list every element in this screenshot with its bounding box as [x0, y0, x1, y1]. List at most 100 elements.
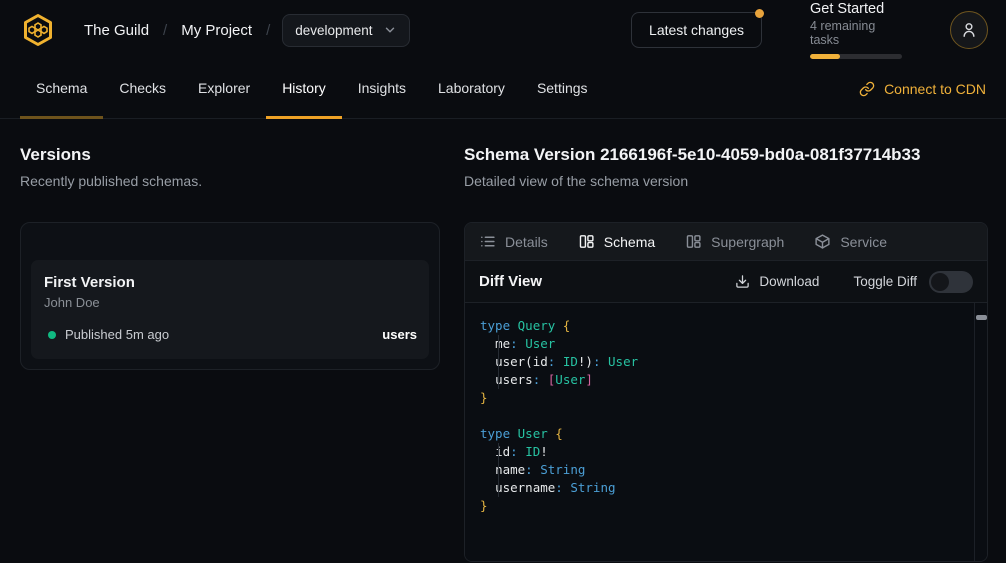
nav-tab-settings[interactable]: Settings: [521, 60, 604, 119]
breadcrumb-org[interactable]: The Guild: [84, 22, 149, 39]
code-token: [480, 462, 495, 477]
nav-tab-checks[interactable]: Checks: [103, 60, 182, 119]
version-list-item[interactable]: First Version John Doe Published 5m ago …: [31, 260, 429, 359]
target-selector[interactable]: development: [282, 14, 409, 47]
app-header: The Guild / My Project / development Lat…: [0, 0, 1006, 60]
person-icon: [959, 20, 979, 40]
version-meta-row: Published 5m ago users: [44, 327, 417, 342]
get-started-widget[interactable]: Get Started 4 remaining tasks: [810, 1, 902, 59]
version-name: First Version: [44, 274, 417, 291]
code-token: :: [525, 462, 533, 477]
version-status: Published 5m ago: [65, 327, 169, 342]
schema-view-card: Details Schema Sup: [464, 222, 988, 562]
nav-tab-insights[interactable]: Insights: [342, 60, 422, 119]
header-right-group: Latest changes Get Started 4 remaining t…: [631, 1, 988, 59]
page-content: Versions Recently published schemas. Fir…: [0, 119, 1006, 562]
nav-tab-label: History: [282, 80, 326, 96]
target-selector-value: development: [295, 23, 372, 38]
nav-tab-label: Checks: [119, 80, 166, 96]
toggle-diff-control: Toggle Diff: [853, 271, 973, 293]
code-token: id: [533, 354, 548, 369]
code-token: name: [495, 462, 525, 477]
version-service-badge: users: [382, 327, 417, 342]
code-token: {: [563, 318, 571, 333]
tab-label: Supergraph: [711, 234, 784, 250]
toggle-diff-switch[interactable]: [929, 271, 973, 293]
code-token: ]: [585, 372, 593, 387]
columns-icon: [685, 233, 702, 250]
nav-tab-explorer[interactable]: Explorer: [182, 60, 266, 119]
code-token: ID: [563, 354, 578, 369]
code-token: }: [480, 498, 488, 513]
columns-icon: [578, 233, 595, 250]
versions-list-card: First Version John Doe Published 5m ago …: [20, 222, 440, 370]
get-started-title: Get Started: [810, 1, 902, 17]
code-line: username: String: [480, 479, 961, 497]
breadcrumb-project[interactable]: My Project: [181, 22, 252, 39]
code-line: id: ID!: [480, 443, 961, 461]
code-token: [540, 372, 548, 387]
code-token: String: [540, 462, 585, 477]
connect-to-cdn-link[interactable]: Connect to CDN: [859, 60, 986, 118]
tab-label: Schema: [604, 234, 655, 250]
latest-changes-label: Latest changes: [649, 22, 744, 38]
latest-changes-button[interactable]: Latest changes: [631, 12, 762, 48]
nav-tab-label: Schema: [36, 80, 87, 96]
diff-view-toolbar: Diff View Download Toggle Diff: [465, 261, 987, 303]
code-token: type: [480, 426, 518, 441]
tab-schema[interactable]: Schema: [578, 233, 655, 250]
download-button[interactable]: Download: [735, 274, 819, 289]
tab-supergraph[interactable]: Supergraph: [685, 233, 784, 250]
version-detail-subtitle: Detailed view of the schema version: [464, 173, 988, 189]
code-token: User: [525, 336, 555, 351]
code-token: String: [570, 480, 615, 495]
code-token: [555, 354, 563, 369]
list-icon: [479, 233, 496, 250]
nav-tab-label: Insights: [358, 80, 406, 96]
tab-service[interactable]: Service: [814, 233, 887, 250]
code-line: users: [User]: [480, 371, 961, 389]
detail-tab-bar: Details Schema Sup: [465, 223, 987, 261]
code-token: }: [480, 390, 488, 405]
code-line: user(id: ID!): User: [480, 353, 961, 371]
get-started-subtitle: 4 remaining tasks: [810, 19, 902, 47]
diff-actions: Download Toggle Diff: [735, 271, 973, 293]
code-token: [480, 480, 495, 495]
link-icon: [859, 81, 875, 97]
versions-title: Versions: [20, 145, 440, 165]
download-label: Download: [759, 274, 819, 289]
code-token: :: [510, 336, 518, 351]
code-line: type Query {: [480, 317, 961, 335]
code-token: me: [495, 336, 510, 351]
tab-details[interactable]: Details: [479, 233, 548, 250]
code-token: User: [555, 372, 585, 387]
code-token: !: [540, 444, 548, 459]
code-token: [480, 336, 495, 351]
tab-label: Service: [840, 234, 887, 250]
user-avatar[interactable]: [950, 11, 988, 49]
versions-subtitle: Recently published schemas.: [20, 173, 440, 189]
hive-logo-icon[interactable]: [20, 12, 56, 48]
code-line: }: [480, 389, 961, 407]
nav-tab-label: Explorer: [198, 80, 250, 96]
code-token: [480, 372, 495, 387]
version-detail-panel: Schema Version 2166196f-5e10-4059-bd0a-0…: [464, 145, 988, 562]
code-token: ): [585, 354, 593, 369]
code-line: [480, 407, 961, 425]
versions-panel: Versions Recently published schemas. Fir…: [20, 145, 440, 562]
code-token: User: [608, 354, 638, 369]
nav-tab-schema[interactable]: Schema: [20, 60, 103, 119]
cube-icon: [814, 233, 831, 250]
scrollbar-thumb[interactable]: [976, 315, 987, 320]
code-token: [600, 354, 608, 369]
nav-tab-laboratory[interactable]: Laboratory: [422, 60, 521, 119]
code-token: (: [525, 354, 533, 369]
code-token: User: [518, 426, 556, 441]
code-scrollbar[interactable]: [974, 303, 987, 561]
code-token: [480, 354, 495, 369]
code-token: username: [495, 480, 555, 495]
toggle-knob: [931, 273, 949, 291]
nav-tab-history[interactable]: History: [266, 60, 342, 119]
breadcrumb-separator: /: [163, 22, 167, 39]
diff-view-title: Diff View: [479, 273, 542, 290]
